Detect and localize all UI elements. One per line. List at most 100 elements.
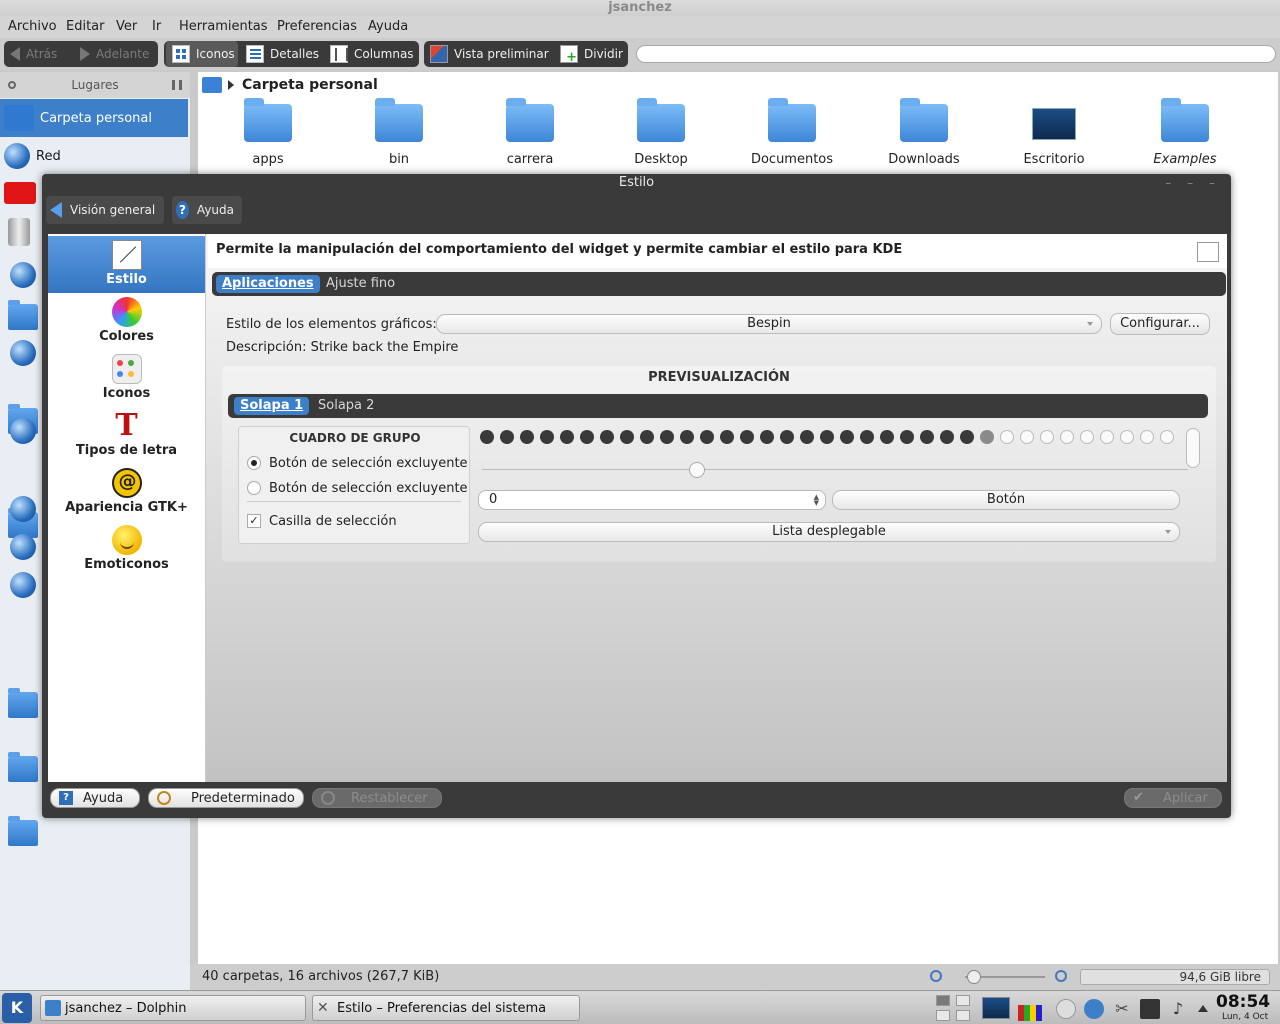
folder-icon[interactable] [8,752,38,782]
forward-button[interactable]: Adelante [74,41,158,67]
home-icon[interactable] [202,77,222,93]
close-panel-icon[interactable] [8,81,16,89]
preview-push-button[interactable]: Botón [832,490,1180,510]
radio-button[interactable] [247,481,261,495]
breadcrumb-current[interactable]: Carpeta personal [242,77,378,93]
category-emoticonos[interactable]: Emoticonos [48,521,205,578]
menu-archivo[interactable]: Archivo [8,19,57,34]
file-item-carrera[interactable]: carrera [470,98,590,167]
reset-button[interactable]: Restablecer [312,788,442,808]
network-globe-icon[interactable] [10,340,36,366]
columns-view-button[interactable]: Columnas [324,41,418,67]
location-bar[interactable] [636,45,1276,63]
preview-dropdown[interactable]: Lista desplegable [478,522,1180,542]
desktop-pager-2[interactable] [956,995,970,1006]
network-globe-icon[interactable] [10,496,36,522]
zoom-in-icon[interactable] [1055,970,1067,982]
spin-arrows-icon[interactable]: ▲ ▼ [814,494,819,507]
configure-button[interactable]: Configurar... [1110,313,1210,335]
category-iconos[interactable]: Iconos [48,350,205,407]
clock-time[interactable]: 08:54 [1216,992,1270,1012]
folder-icon[interactable] [8,816,38,846]
file-item-documentos[interactable]: Documentos [732,98,852,167]
help-button[interactable]: ? Ayuda [50,788,140,808]
file-item-escritorio[interactable]: Escritorio [994,104,1114,167]
file-item-examples[interactable]: Examples [1125,98,1245,167]
network-icon[interactable] [1140,999,1160,1019]
category-colores[interactable]: Colores [48,293,205,350]
network-globe-icon[interactable] [10,262,36,288]
widget-style-label: Estilo de los elementos gráficos: [226,317,437,332]
menu-ayuda[interactable]: Ayuda [368,19,408,34]
tab-aplicaciones[interactable]: Aplicaciones [216,275,320,293]
network-globe-icon [4,143,30,169]
file-item-apps[interactable]: apps [208,98,328,167]
category-estilo[interactable]: Estilo [48,236,205,293]
red-folder-icon[interactable] [4,182,36,204]
folder-icon[interactable] [8,688,38,718]
desktop-pager-1[interactable] [936,995,950,1006]
zoom-slider-handle[interactable] [967,970,981,984]
tab-solapa-1[interactable]: Solapa 1 [234,397,310,415]
place-carpeta-personal[interactable]: Carpeta personal [0,99,188,137]
default-button[interactable]: Predeterminado [148,788,304,808]
task-dolphin[interactable]: jsanchez – Dolphin [40,995,306,1021]
info-icon[interactable] [1056,999,1076,1019]
folder-icon [768,98,816,142]
radio-option-2[interactable]: Botón de selección excluyente [247,478,468,498]
help-nav-button[interactable]: ? Ayuda [172,196,242,224]
menu-herramientas[interactable]: Herramientas [179,19,268,34]
checkbox-checked[interactable]: ✓ [247,514,261,528]
overview-button[interactable]: Visión general [46,196,164,224]
chevron-right-icon[interactable] [228,80,234,90]
category-apariencia-gtk[interactable]: Apariencia GTK+ [48,464,205,521]
detach-panel-icon[interactable] [172,80,182,90]
folder-icon [375,98,423,142]
tab-solapa-2[interactable]: Solapa 2 [312,397,380,415]
zoom-out-icon[interactable] [930,970,942,982]
vertical-scrollbar[interactable] [1186,428,1200,468]
task-estilo[interactable]: ✕ Estilo – Preferencias del sistema [312,995,580,1021]
update-icon[interactable] [1084,999,1104,1019]
dialog-body: Estilo Colores Iconos T Tipos de letra A… [48,234,1227,782]
checkbox-row[interactable]: ✓ Casilla de selección [247,511,397,531]
menu-ir[interactable]: Ir [152,19,161,34]
file-item-bin[interactable]: bin [339,98,459,167]
chevron-up-icon[interactable] [1198,1005,1208,1012]
show-desktop-icon[interactable] [982,997,1010,1019]
desktop-pager-3[interactable] [936,1010,950,1021]
back-button[interactable]: Atrás [4,41,74,67]
menu-preferencias[interactable]: Preferencias [277,19,357,34]
trash-icon[interactable] [8,218,30,246]
system-monitor-icon[interactable] [1018,1005,1042,1021]
file-item-desktop[interactable]: Desktop [601,98,721,167]
menu-ver[interactable]: Ver [116,19,137,34]
slider-track[interactable] [482,469,1188,470]
place-red[interactable]: Red [0,137,188,175]
slider-handle[interactable] [689,462,705,478]
kde-menu-icon[interactable]: K [2,993,32,1023]
preview-button[interactable]: Vista preliminar [424,41,552,67]
network-globe-icon[interactable] [10,418,36,444]
network-globe-icon[interactable] [10,534,36,560]
folder-icon[interactable] [8,300,38,330]
icons-view-button[interactable]: Iconos [166,41,238,67]
radio-option-1[interactable]: Botón de selección excluyente [247,453,468,473]
split-button[interactable]: Dividir [554,41,626,67]
volume-icon[interactable]: ♪ [1168,999,1188,1019]
clock-date[interactable]: Lun, 4 Oct [1222,1012,1268,1022]
widget-style-combo[interactable]: Bespin [436,314,1102,334]
tab-ajuste-fino[interactable]: Ajuste fino [320,275,401,293]
file-item-downloads[interactable]: Downloads [864,98,984,167]
menu-editar[interactable]: Editar [66,19,105,34]
progress-dots [480,430,1180,448]
desktop-pager-4[interactable] [956,1010,970,1021]
details-view-button[interactable]: Detalles [240,41,322,67]
apply-button[interactable]: ✔ Aplicar [1124,788,1222,808]
window-controls[interactable]: – – – [1165,176,1221,190]
network-globe-icon[interactable] [10,572,36,598]
spinbox[interactable]: 0 ▲ ▼ [478,490,826,510]
category-tipos-de-letra[interactable]: T Tipos de letra [48,407,205,464]
scissors-icon[interactable]: ✂ [1112,999,1132,1019]
radio-button-checked[interactable] [247,456,261,470]
